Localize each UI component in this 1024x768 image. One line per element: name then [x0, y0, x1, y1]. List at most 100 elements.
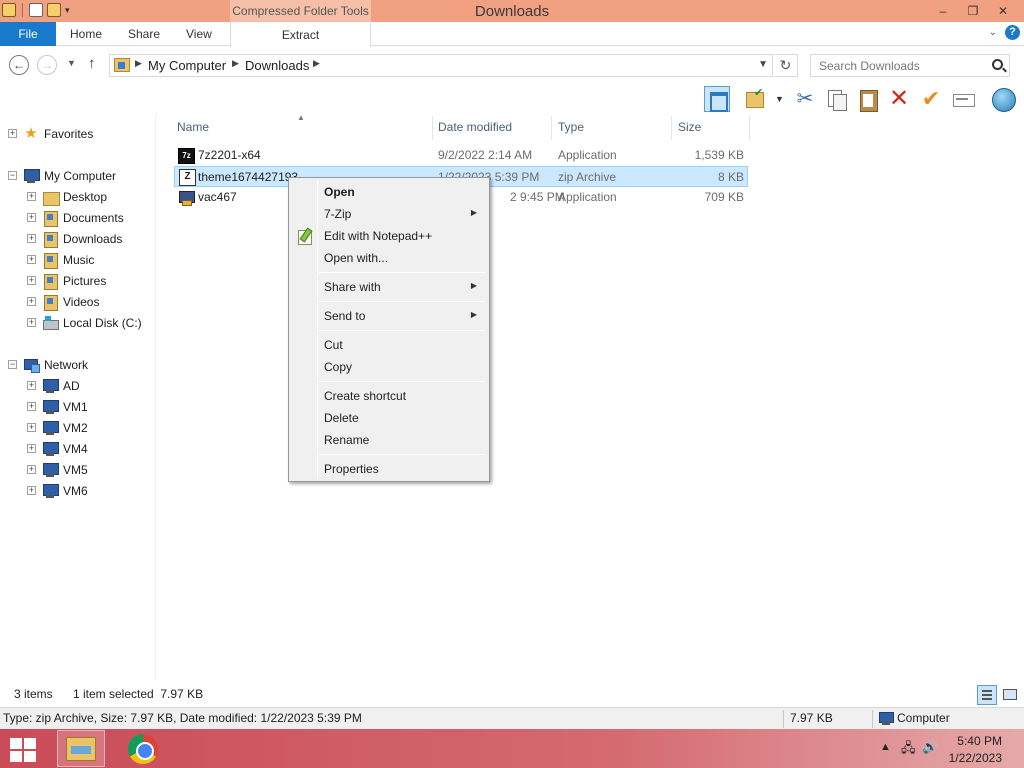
nav-network-vm6[interactable]: + VM6	[0, 481, 156, 501]
collapse-icon[interactable]: −	[8, 171, 17, 180]
menu-item-cut[interactable]: Cut	[291, 334, 487, 356]
menu-item-open-with[interactable]: Open with...	[291, 247, 487, 269]
expand-icon[interactable]: +	[27, 486, 36, 495]
tab-home[interactable]: Home	[70, 22, 102, 46]
nav-network-vm5[interactable]: + VM5	[0, 460, 156, 480]
column-divider[interactable]	[432, 116, 433, 140]
breadcrumb-downloads[interactable]: Downloads	[245, 58, 309, 73]
checkmark-icon[interactable]: ✔	[918, 86, 944, 112]
nav-documents[interactable]: + Documents	[0, 208, 156, 228]
nav-favorites[interactable]: + ★ Favorites	[0, 124, 156, 144]
rename-icon[interactable]	[950, 86, 976, 112]
column-header-name[interactable]: Name	[177, 120, 209, 134]
cut-icon[interactable]: ✂	[792, 86, 818, 112]
up-button[interactable]: ↑	[88, 55, 96, 72]
show-hidden-icons-button[interactable]: ▲	[880, 741, 891, 753]
nav-local-disk[interactable]: + Local Disk (C:)	[0, 313, 156, 333]
breadcrumb-arrow-icon[interactable]: ▶	[135, 58, 142, 69]
clock-time[interactable]: 5:40 PM	[957, 734, 1002, 748]
expand-icon[interactable]: +	[27, 276, 36, 285]
search-input[interactable]: Search Downloads	[810, 54, 1010, 77]
folder-check-icon[interactable]	[742, 86, 768, 112]
nav-pictures[interactable]: + Pictures	[0, 271, 156, 291]
column-divider[interactable]	[671, 116, 672, 140]
expand-icon[interactable]: +	[27, 381, 36, 390]
tab-file[interactable]: File	[0, 22, 56, 46]
column-header-size[interactable]: Size	[678, 120, 701, 134]
breadcrumb-arrow-icon[interactable]: ▶	[313, 58, 320, 69]
address-dropdown-icon[interactable]: ▼	[758, 59, 768, 70]
tab-share[interactable]: Share	[128, 22, 160, 46]
expand-icon[interactable]: +	[27, 444, 36, 453]
nav-label: Videos	[63, 295, 100, 309]
expand-icon[interactable]: +	[27, 297, 36, 306]
clock-date[interactable]: 1/22/2023	[949, 751, 1002, 765]
recent-locations-icon[interactable]: ▼	[67, 58, 76, 68]
forward-button[interactable]: →	[37, 55, 57, 75]
delete-icon[interactable]: ✕	[886, 86, 912, 112]
column-divider[interactable]	[749, 116, 750, 140]
taskbar-chrome[interactable]	[119, 730, 167, 767]
nav-network-ad[interactable]: + AD	[0, 376, 156, 396]
paste-icon[interactable]	[855, 86, 881, 112]
nav-network[interactable]: − Network	[0, 355, 156, 375]
refresh-button[interactable]: ↻	[774, 54, 798, 77]
nav-my-computer[interactable]: − My Computer	[0, 166, 156, 186]
menu-item-7zip[interactable]: 7-Zip ▶	[291, 203, 487, 225]
taskbar-file-explorer[interactable]	[57, 730, 105, 767]
menu-separator	[319, 272, 485, 273]
nav-network-vm2[interactable]: + VM2	[0, 418, 156, 438]
start-button[interactable]	[6, 735, 42, 763]
column-divider[interactable]	[551, 116, 552, 140]
menu-item-copy[interactable]: Copy	[291, 356, 487, 378]
expand-icon[interactable]: +	[27, 192, 36, 201]
minimize-button[interactable]: –	[928, 2, 958, 20]
tab-view[interactable]: View	[186, 22, 212, 46]
menu-item-share-with[interactable]: Share with ▶	[291, 276, 487, 298]
menu-item-open[interactable]: Open	[291, 181, 487, 203]
nav-videos[interactable]: + Videos	[0, 292, 156, 312]
address-bar[interactable]: ▶ My Computer ▶ Downloads ▶ ▼	[109, 54, 773, 77]
breadcrumb-my-computer[interactable]: My Computer	[148, 58, 226, 73]
help-icon[interactable]: ?	[1005, 25, 1020, 40]
file-row[interactable]: 7z2201-x64 9/2/2022 2:14 AM Application …	[174, 145, 748, 166]
menu-item-rename[interactable]: Rename	[291, 429, 487, 451]
collapse-icon[interactable]: −	[8, 360, 17, 369]
expand-icon[interactable]: +	[27, 318, 36, 327]
expand-icon[interactable]: +	[8, 129, 17, 138]
large-icons-view-icon[interactable]	[1001, 686, 1017, 702]
copy-icon[interactable]	[823, 86, 849, 112]
expand-icon[interactable]: +	[27, 465, 36, 474]
breadcrumb-arrow-icon[interactable]: ▶	[232, 58, 239, 69]
close-button[interactable]: ✕	[988, 2, 1018, 20]
column-header-date[interactable]: Date modified	[438, 120, 512, 134]
menu-item-create-shortcut[interactable]: Create shortcut	[291, 385, 487, 407]
globe-icon[interactable]	[990, 86, 1016, 112]
menu-item-edit-notepad[interactable]: Edit with Notepad++	[291, 225, 487, 247]
restore-button[interactable]: ❐	[958, 2, 988, 20]
expand-icon[interactable]: +	[27, 213, 36, 222]
ribbon-collapse-icon[interactable]: ⌄	[989, 27, 997, 38]
network-status-icon[interactable]: 🖧	[901, 739, 916, 761]
nav-desktop[interactable]: + Desktop	[0, 187, 156, 207]
menu-item-delete[interactable]: Delete	[291, 407, 487, 429]
folder-dropdown-icon[interactable]: ▼	[775, 94, 784, 104]
nav-downloads[interactable]: + Downloads	[0, 229, 156, 249]
expand-icon[interactable]: +	[27, 255, 36, 264]
volume-icon[interactable]: 🔊	[922, 739, 938, 755]
menu-item-send-to[interactable]: Send to ▶	[291, 305, 487, 327]
file-type: Application	[558, 190, 617, 204]
nav-music[interactable]: + Music	[0, 250, 156, 270]
menu-item-properties[interactable]: Properties	[291, 458, 487, 480]
nav-network-vm4[interactable]: + VM4	[0, 439, 156, 459]
expand-icon[interactable]: +	[27, 402, 36, 411]
tab-extract[interactable]: Extract	[230, 22, 371, 47]
details-view-icon[interactable]	[977, 685, 997, 705]
expand-icon[interactable]: +	[27, 234, 36, 243]
column-header-type[interactable]: Type	[558, 120, 584, 134]
search-icon[interactable]	[992, 59, 1003, 70]
back-button[interactable]: ←	[9, 55, 29, 75]
expand-icon[interactable]: +	[27, 423, 36, 432]
nav-network-vm1[interactable]: + VM1	[0, 397, 156, 417]
layout-icon[interactable]	[704, 86, 730, 112]
